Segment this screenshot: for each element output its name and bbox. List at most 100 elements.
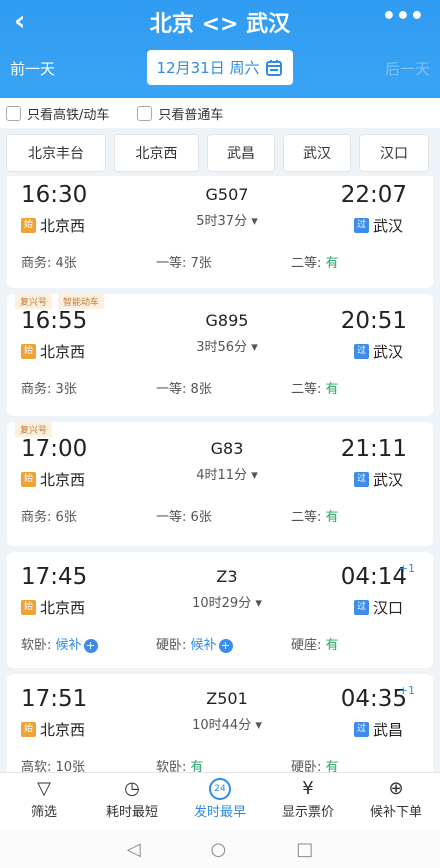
station-filter: 北京丰台 北京西 武昌 武汉 汉口	[0, 134, 440, 172]
duration[interactable]: 3时56分 ▾	[167, 336, 287, 355]
duration-text: 5时37分	[196, 214, 248, 229]
high-speed-label: 只看高铁/动车	[27, 107, 110, 123]
chevron-down-icon: ▾	[251, 340, 258, 355]
train-card[interactable]: 16:30 G507 22:07 5时37分 ▾ 始北京西 过武汉 商务: 4张 一等: 7张…	[7, 176, 433, 288]
seat-class-label: 高软:	[21, 760, 56, 772]
train-tag: 智能动车	[58, 294, 105, 309]
seat-availability: 有	[325, 638, 339, 653]
train-card[interactable]: 复兴号 17:00 G83 21:11 4时11分 ▾ 始北京西过武汉 商务: 6张 一等: …	[7, 422, 433, 546]
cart-icon: ⊕	[388, 778, 404, 799]
tab-yen[interactable]: ¥ 显示票价	[264, 773, 352, 830]
seat-info[interactable]: 硬座: 有	[291, 634, 339, 653]
tab-timer[interactable]: ◷ 耗时最短	[88, 773, 176, 830]
arrival-station: 过武汉	[353, 341, 403, 362]
station-chip[interactable]: 武昌	[207, 134, 275, 172]
seat-info[interactable]: 硬卧: 有	[291, 756, 339, 772]
train-number: Z501	[206, 689, 248, 708]
high-speed-checkbox[interactable]: 只看高铁/动车	[6, 104, 109, 123]
chevron-down-icon: ▾	[255, 596, 262, 611]
tab-filter[interactable]: ▽ 筛选	[0, 773, 88, 830]
train-number: Z3	[216, 567, 238, 586]
next-day-marker: +1	[398, 684, 415, 697]
tab-cart[interactable]: ⊕ 候补下单	[352, 773, 440, 830]
tab-clock-24[interactable]: 24 发时最早	[176, 773, 264, 830]
station-chip[interactable]: 武汉	[283, 134, 351, 172]
seat-info[interactable]: 软卧: 候补 +	[21, 634, 98, 653]
pass-badge: 过	[353, 218, 369, 233]
arrival-station-name: 汉口	[372, 599, 403, 617]
seat-availability: 有	[325, 256, 339, 271]
normal-train-label: 只看普通车	[158, 107, 224, 123]
seat-class-label: 一等:	[156, 382, 191, 397]
filter-bar: 只看高铁/动车 只看普通车	[0, 98, 440, 128]
seat-info[interactable]: 二等: 有	[291, 252, 339, 271]
nav-home-icon[interactable]: ○	[211, 839, 227, 860]
train-tags: 复兴号	[15, 422, 53, 437]
chevron-down-icon: ▾	[255, 718, 262, 733]
departure-station-name: 北京西	[40, 471, 86, 489]
nav-recent-icon[interactable]: □	[296, 839, 313, 860]
nav-back-icon[interactable]: ◁	[127, 839, 141, 860]
arrival-station: 过武汉	[353, 469, 403, 490]
seat-info[interactable]: 高软: 10张	[21, 756, 85, 772]
duration-text: 10时44分	[192, 718, 252, 733]
normal-train-checkbox[interactable]: 只看普通车	[137, 104, 223, 123]
seat-class-label: 商务:	[21, 382, 56, 397]
tab-label: 发时最早	[193, 805, 246, 820]
filter-icon: ▽	[37, 778, 51, 799]
seat-availability: 有	[190, 760, 204, 772]
arrival-time: 04:35	[340, 686, 407, 712]
chevron-down-icon: ▾	[251, 214, 258, 229]
departure-station-name: 北京西	[40, 599, 86, 617]
seat-info[interactable]: 一等: 6张	[156, 506, 212, 525]
duration[interactable]: 10时44分 ▾	[167, 714, 287, 733]
arrival-time: 22:07	[340, 182, 407, 208]
date-picker[interactable]: 12月31日 周六	[147, 50, 293, 85]
train-card[interactable]: 复兴号 智能动车 16:55 G895 20:51 3时56分 ▾ 始北京西 过武汉 商务: 3…	[7, 294, 433, 416]
station-chip[interactable]: 北京丰台	[6, 134, 106, 172]
departure-station-name: 北京西	[40, 217, 86, 235]
train-number: G895	[205, 311, 249, 330]
tab-label: 耗时最短	[105, 805, 158, 820]
seat-class-label: 硬卧:	[291, 760, 326, 772]
seat-info[interactable]: 软卧: 有	[156, 756, 204, 772]
arrival-time: 21:11	[340, 436, 407, 462]
seat-info[interactable]: 一等: 8张	[156, 378, 212, 397]
seat-info[interactable]: 商务: 3张	[21, 378, 77, 397]
train-card[interactable]: 17:51 Z501 04:35 +1 10时44分 ▾ 始北京西 过武昌 高软: 10张 软卧…	[7, 674, 433, 772]
origin-badge: 始	[21, 600, 36, 615]
seat-info[interactable]: 商务: 6张	[21, 506, 77, 525]
tab-label: 候补下单	[369, 805, 422, 820]
duration[interactable]: 5时37分 ▾	[167, 210, 287, 229]
station-chip[interactable]: 汉口	[359, 134, 429, 172]
origin-badge: 始	[21, 472, 36, 487]
seat-availability: 6张	[190, 510, 212, 525]
departure-station-name: 北京西	[40, 721, 86, 739]
seat-info[interactable]: 商务: 4张	[21, 252, 77, 271]
next-day-button[interactable]: 后一天	[385, 58, 430, 79]
seat-info[interactable]: 二等: 有	[291, 378, 339, 397]
seat-availability: 10张	[55, 760, 86, 772]
seat-class-label: 一等:	[156, 256, 191, 271]
bottom-tab-bar: ▽ 筛选 ◷ 耗时最短 24 发时最早 ¥ 显示票价 ⊕ 候补下单	[0, 772, 440, 830]
seat-info[interactable]: 一等: 7张	[156, 252, 212, 271]
train-card[interactable]: 17:45 Z3 04:14 +1 10时29分 ▾ 始北京西过汉口 软卧: 候补 + 硬卧: …	[7, 552, 433, 668]
departure-station: 始北京西	[21, 215, 85, 236]
seat-class-label: 软卧:	[21, 638, 56, 653]
more-icon[interactable]: •••	[382, 4, 424, 29]
add-waitlist-icon[interactable]: +	[218, 639, 233, 653]
checkbox-icon	[137, 105, 153, 121]
duration[interactable]: 10时29分 ▾	[167, 592, 287, 611]
pass-badge: 过	[353, 472, 369, 487]
seat-info[interactable]: 二等: 有	[291, 506, 339, 525]
station-chip[interactable]: 北京西	[114, 134, 199, 172]
duration[interactable]: 4时11分 ▾	[167, 464, 287, 483]
seat-info[interactable]: 硬卧: 候补 +	[156, 634, 233, 653]
timer-icon: ◷	[124, 778, 140, 799]
arrival-station: 过汉口	[353, 597, 403, 618]
pass-badge: 过	[353, 344, 369, 359]
add-waitlist-icon[interactable]: +	[83, 639, 98, 653]
departure-station: 始北京西	[21, 341, 85, 362]
origin-badge: 始	[21, 218, 36, 233]
prev-day-button[interactable]: 前一天	[10, 58, 55, 79]
